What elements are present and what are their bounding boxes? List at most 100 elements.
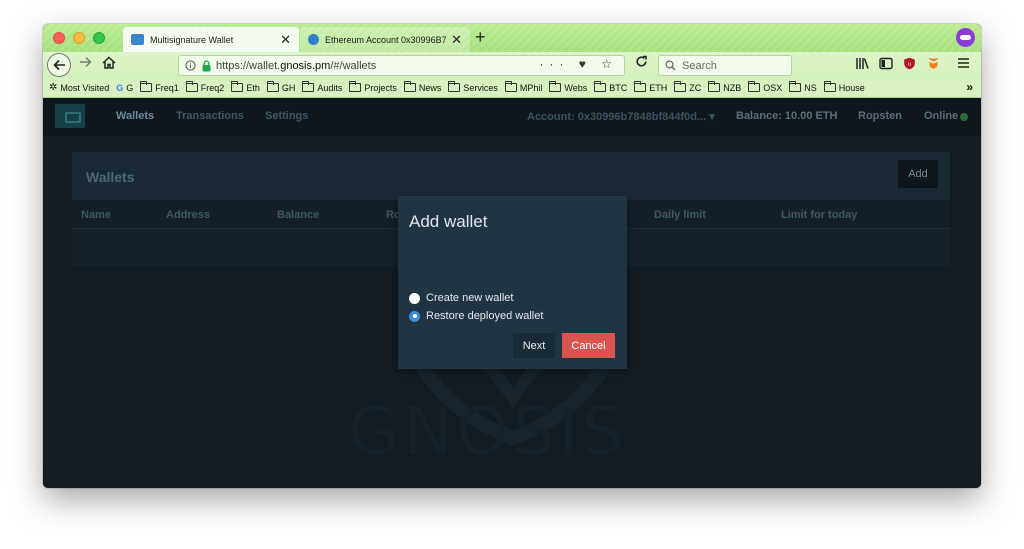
next-button[interactable]: Next [513,333,555,358]
column-header-limit-for-today[interactable]: Limit for today [781,209,857,221]
folder-icon [594,81,607,92]
url-bar[interactable]: https://wallet.gnosis.pm/#/wallets ··· ♥… [178,55,625,76]
bookmark-label: House [838,82,865,93]
back-button[interactable] [47,53,71,77]
bookmark-mphil[interactable]: MPhil [504,81,543,93]
navigation-toolbar: https://wallet.gnosis.pm/#/wallets ··· ♥… [43,52,981,78]
wallet-logo-icon[interactable] [55,104,85,128]
reload-icon [636,55,647,67]
search-icon [665,60,676,71]
metamask-icon[interactable] [927,57,940,73]
url-text: https://wallet.gnosis.pm/#/wallets [216,60,376,72]
bookmark-freq2[interactable]: Freq2 [185,81,224,93]
bookmark-label: Freq1 [155,82,179,93]
nav-settings[interactable]: Settings [265,110,308,122]
option-create-new-wallet[interactable]: Create new wallet [409,292,513,304]
reload-button[interactable] [635,55,648,71]
bookmark-gh[interactable]: GH [266,81,296,93]
bookmark-news[interactable]: News [403,81,442,93]
nav-transactions[interactable]: Transactions [176,110,244,122]
search-input[interactable]: Search [658,55,792,76]
menu-icon[interactable] [957,57,970,72]
private-browsing-icon [956,28,975,47]
tab-bar: Multisignature Wallet ✕ Ethereum Account… [43,24,981,52]
bookmark-label: Projects [364,82,397,93]
column-header-daily-limit[interactable]: Daily limit [654,209,706,221]
add-wallet-button[interactable]: Add [898,160,938,188]
bookmark-projects[interactable]: Projects [349,81,397,93]
folder-icon [708,81,721,92]
gear-icon: ✲ [49,82,58,93]
forward-button[interactable] [79,55,92,71]
google-icon: G [116,82,124,93]
close-tab-icon[interactable]: ✕ [280,32,291,48]
bookmark-eth[interactable]: ETH [634,81,667,93]
panel-title: Wallets [86,169,135,185]
arrow-right-icon [80,57,92,67]
bookmark-label: GH [281,82,296,93]
bookmark-osx[interactable]: OSX [748,81,783,93]
account-selector[interactable]: Account: 0x30996b7848bf844f0d... ▾ [527,110,715,123]
tab-ethereum-account[interactable]: Ethereum Account 0x30996B7 ✕ [300,27,470,52]
option-restore-deployed-wallet[interactable]: Restore deployed wallet [409,310,543,322]
connection-status: Online [924,110,959,122]
ethereum-favicon-icon [308,34,319,45]
bookmark-label: NZB [723,82,742,93]
bookmark-house[interactable]: House [823,81,865,93]
folder-icon [549,81,562,92]
bookmark-services[interactable]: Services [448,81,498,93]
nav-wallets[interactable]: Wallets [116,110,154,122]
info-icon[interactable] [185,60,196,71]
tab-multisignature-wallet[interactable]: Multisignature Wallet ✕ [123,27,299,52]
bookmark-ns[interactable]: NS [789,81,817,93]
cancel-button[interactable]: Cancel [562,333,615,358]
page-actions[interactable]: ··· ♥ ☆ [539,57,618,71]
wallet-favicon-icon [131,34,144,45]
bookmark-label: OSX [763,82,783,93]
chevron-down-icon: ▾ [709,111,715,123]
close-tab-icon[interactable]: ✕ [451,32,462,48]
folder-icon [448,81,461,92]
bookmark-g[interactable]: GG [116,83,133,93]
bookmark-nzb[interactable]: NZB [708,81,742,93]
minimize-window-button[interactable] [73,32,85,44]
bookmark-label: News [418,82,442,93]
bookmark-eth[interactable]: Eth [231,81,260,93]
bookmark-label: Webs [564,82,588,93]
bookmark-zc[interactable]: ZC [674,81,701,93]
bookmark-freq1[interactable]: Freq1 [140,81,179,93]
tab-title: Ethereum Account 0x30996B7 [325,34,447,45]
browser-window: Multisignature Wallet ✕ Ethereum Account… [43,24,981,488]
column-header-name[interactable]: Name [81,209,111,221]
bookmarks-overflow-icon[interactable]: » [966,80,973,94]
radio-unchecked-icon[interactable] [409,292,420,304]
bookmark-audits[interactable]: Audits [302,81,342,93]
new-tab-button[interactable]: + [475,27,486,48]
bookmark-most-visited[interactable]: ✲ Most Visited [49,82,109,93]
bookmark-label: G [126,82,134,93]
ublock-icon[interactable]: u [903,57,916,73]
column-header-address[interactable]: Address [166,209,210,221]
bookmark-label: Most Visited [60,82,110,93]
option-label: Create new wallet [426,292,514,304]
bookmark-label: MPhil [519,82,543,93]
panel-header: Wallets Add [72,152,950,200]
maximize-window-button[interactable] [93,32,105,44]
url-domain: gnosis.pm [280,59,331,72]
column-header-balance[interactable]: Balance [277,209,319,221]
home-button[interactable] [102,56,116,72]
tab-title: Multisignature Wallet [150,34,234,45]
option-label: Restore deployed wallet [426,310,544,322]
bookmark-btc[interactable]: BTC [594,81,627,93]
bookmark-webs[interactable]: Webs [549,81,588,93]
arrow-left-icon [52,59,65,71]
radio-checked-icon[interactable] [409,310,420,322]
folder-icon [349,81,362,92]
search-placeholder: Search [682,59,717,72]
library-icon[interactable] [855,57,869,73]
folder-icon [140,81,153,92]
sidebar-icon[interactable] [879,57,893,73]
close-window-button[interactable] [53,32,65,44]
bookmark-label: Eth [246,82,260,93]
url-prefix: https://wallet. [216,59,281,72]
